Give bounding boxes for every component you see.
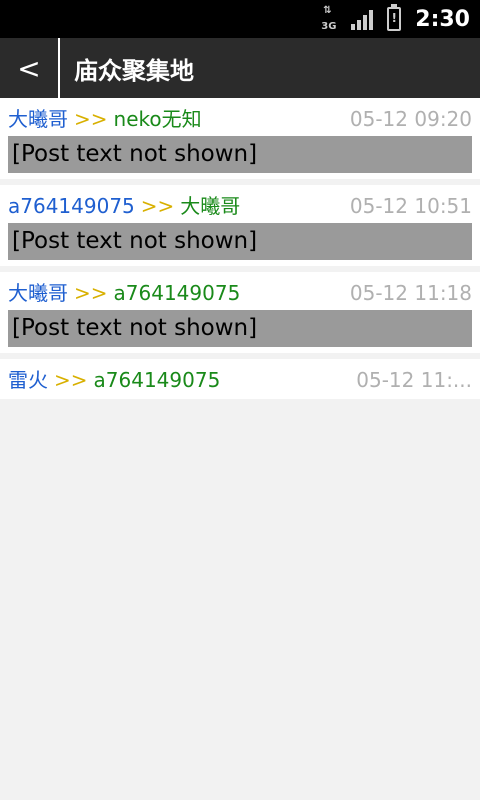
post-timestamp: 05-12 09:20 xyxy=(349,107,472,131)
status-bar: ⇅ 3G ! 2:30 xyxy=(0,0,480,38)
page-title: 庙众聚集地 xyxy=(74,56,194,85)
post-body: [Post text not shown] xyxy=(8,136,472,173)
post-list[interactable]: 大曦哥 >> neko无知 05-12 09:20 [Post text not… xyxy=(0,98,480,800)
reply-separator: >> xyxy=(74,281,108,305)
reply-separator: >> xyxy=(74,107,108,131)
post-reply-to[interactable]: neko无知 xyxy=(114,106,202,132)
back-button[interactable]: < xyxy=(0,38,60,98)
reply-separator: >> xyxy=(54,368,88,392)
post-item[interactable]: a764149075 >> 大曦哥 05-12 10:51 [Post text… xyxy=(0,185,480,266)
post-timestamp: 05-12 11:18 xyxy=(349,281,472,305)
post-reply-to[interactable]: a764149075 xyxy=(94,367,221,393)
battery-icon: ! xyxy=(387,4,402,31)
post-header: 雷火 >> a764149075 05-12 11:... xyxy=(8,367,472,393)
post-body: [Post text not shown] xyxy=(8,310,472,347)
signal-strength-icon xyxy=(351,8,377,30)
post-author[interactable]: 大曦哥 xyxy=(8,106,68,132)
post-author[interactable]: 大曦哥 xyxy=(8,280,68,306)
network-3g-icon: ⇅ 3G xyxy=(321,5,337,33)
post-reply-to[interactable]: 大曦哥 xyxy=(180,193,240,219)
post-timestamp: 05-12 11:... xyxy=(356,368,472,392)
post-body: [Post text not shown] xyxy=(8,223,472,260)
post-item[interactable]: 大曦哥 >> neko无知 05-12 09:20 [Post text not… xyxy=(0,98,480,179)
post-author[interactable]: 雷火 xyxy=(8,367,48,393)
post-header: a764149075 >> 大曦哥 05-12 10:51 xyxy=(8,193,472,219)
title-bar: < 庙众聚集地 xyxy=(0,38,480,98)
post-item[interactable]: 雷火 >> a764149075 05-12 11:... xyxy=(0,359,480,399)
reply-separator: >> xyxy=(140,194,175,218)
post-header: 大曦哥 >> a764149075 05-12 11:18 xyxy=(8,280,472,306)
post-item[interactable]: 大曦哥 >> a764149075 05-12 11:18 [Post text… xyxy=(0,272,480,353)
post-reply-to[interactable]: a764149075 xyxy=(114,280,241,306)
post-author[interactable]: a764149075 xyxy=(8,193,135,219)
post-timestamp: 05-12 10:51 xyxy=(349,194,472,218)
post-header: 大曦哥 >> neko无知 05-12 09:20 xyxy=(8,106,472,132)
status-time: 2:30 xyxy=(415,6,470,32)
